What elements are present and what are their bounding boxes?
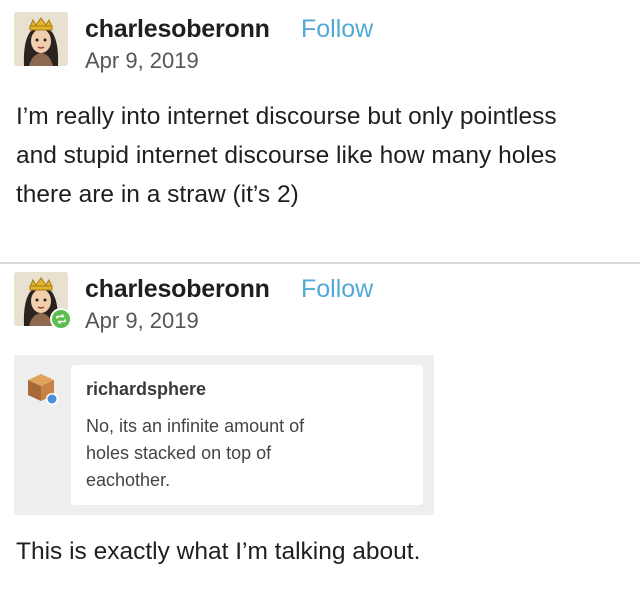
- post-body-line: there are in a straw (it’s 2): [16, 181, 299, 208]
- reblog-comment: This is exactly what I’m talking about.: [16, 538, 421, 565]
- queen-avatar-icon[interactable]: [14, 12, 68, 66]
- cube-avatar-icon[interactable]: [23, 370, 59, 406]
- post-body-line: and stupid internet discourse like how m…: [16, 142, 557, 169]
- post-username[interactable]: charlesoberonn: [85, 15, 270, 44]
- quoted-text-line: No, its an infinite amount of: [86, 416, 305, 436]
- follow-button[interactable]: Follow: [301, 15, 373, 44]
- follow-button[interactable]: Follow: [301, 275, 373, 304]
- post-header: charlesoberonn Follow Apr 9, 2019: [14, 12, 614, 73]
- post-body-line: I’m really into internet discourse but o…: [16, 103, 557, 130]
- post-date: Apr 9, 2019: [85, 48, 199, 73]
- quoted-post-card: richardsphere No, its an infinite amount…: [71, 365, 423, 505]
- post-body: I’m really into internet discourse but o…: [16, 97, 626, 214]
- post-header: charlesoberonn Follow Apr 9, 2019: [14, 272, 614, 333]
- reblog-icon: [50, 308, 72, 330]
- quoted-post-container: richardsphere No, its an infinite amount…: [14, 355, 434, 515]
- quoted-username[interactable]: richardsphere: [86, 379, 206, 400]
- post-date: Apr 9, 2019: [85, 308, 199, 333]
- quoted-text-line: holes stacked on top of: [86, 443, 272, 463]
- quoted-text: No, its an infinite amount of holes stac…: [86, 413, 386, 494]
- post-username[interactable]: charlesoberonn: [85, 275, 270, 304]
- quoted-text-line: eachother.: [86, 470, 171, 490]
- post-divider: [0, 262, 640, 264]
